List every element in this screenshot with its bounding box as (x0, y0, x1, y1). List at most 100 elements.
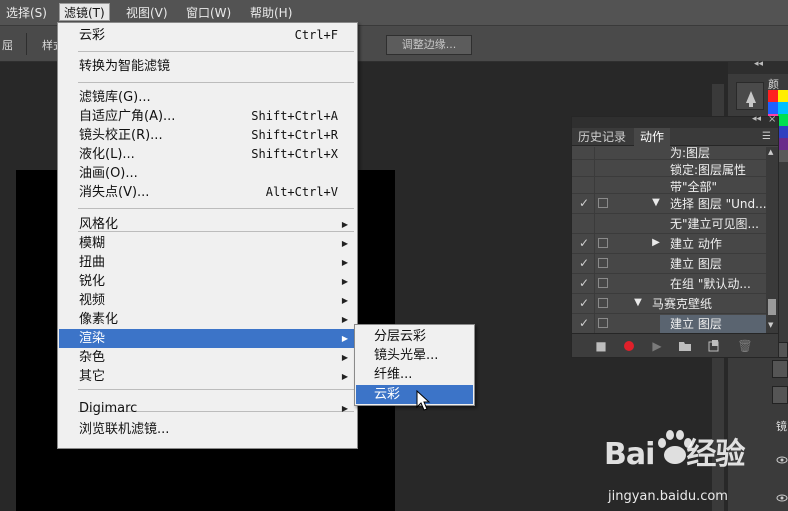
submenu-arrow-icon: ▶ (341, 277, 348, 286)
check-icon[interactable]: ✓ (577, 255, 591, 271)
record-icon[interactable] (620, 338, 638, 354)
column-divider (594, 147, 595, 333)
menu-separator (78, 208, 354, 209)
menu-help[interactable]: 帮助(H) (246, 4, 296, 22)
filter-menu-item[interactable]: 锐化 ▶ (59, 272, 356, 291)
scroll-thumb[interactable] (768, 299, 776, 315)
collapse-icon[interactable]: ◂◂ (752, 114, 761, 124)
filter-menu-item[interactable]: 滤镜库(G)... (59, 88, 356, 107)
trash-icon[interactable]: 🗑 (736, 338, 754, 354)
text-tool-icon[interactable] (772, 386, 788, 404)
tool-preset-button[interactable] (736, 82, 764, 110)
action-row[interactable]: ✓ 建立 图层 (572, 254, 766, 274)
menu-item-label: 消失点(V)... (79, 185, 150, 200)
panel-toolbar: ■ ▶ 🗑 (572, 333, 778, 357)
filter-menu-item[interactable]: 转换为智能滤镜 (59, 57, 356, 76)
render-submenu-item[interactable]: 分层云彩 (356, 327, 473, 346)
filter-menu-item[interactable]: Digimarc ▶ (59, 399, 356, 418)
scroll-up-icon[interactable]: ▲ (768, 148, 773, 156)
menu-window[interactable]: 窗口(W) (182, 4, 235, 22)
filter-menu-item[interactable]: 其它 ▶ (59, 367, 356, 386)
action-row[interactable]: ✓ 在组 "默认动... (572, 274, 766, 294)
collapse-icon[interactable]: ◂◂ (754, 59, 763, 69)
render-submenu-item[interactable]: 纤维... (356, 365, 473, 384)
filter-menu-item[interactable]: 镜头校正(R)... Shift+Ctrl+R (59, 126, 356, 145)
menu-item-label: 浏览联机滤镜... (79, 422, 170, 437)
swatch[interactable] (778, 114, 788, 126)
action-row[interactable]: ✓ 建立 图层 (572, 314, 766, 333)
close-icon[interactable]: × (768, 114, 776, 125)
action-row-label: 建立 图层 (660, 315, 766, 333)
filter-menu-item[interactable]: 自适应广角(A)... Shift+Ctrl+A (59, 107, 356, 126)
expand-down-icon[interactable]: ▼ (632, 295, 644, 311)
check-icon[interactable]: ✓ (577, 315, 591, 331)
action-row[interactable]: 无"建立可见图... (572, 214, 766, 234)
dialog-toggle-box[interactable] (598, 258, 608, 268)
new-action-icon[interactable] (704, 338, 722, 354)
dialog-toggle-box[interactable] (598, 278, 608, 288)
filter-menu-item[interactable]: 视频 ▶ (59, 291, 356, 310)
menu-item-label: 视频 (79, 293, 106, 308)
action-row[interactable]: ✓ ▶ 建立 动作 (572, 234, 766, 254)
refine-edge-button[interactable]: 调整边缘... (386, 35, 472, 55)
mouse-cursor-icon (416, 390, 431, 411)
tab-actions[interactable]: 动作 (634, 128, 671, 146)
swatch[interactable] (778, 90, 788, 102)
render-submenu-item[interactable]: 云彩 (356, 385, 473, 404)
menu-view[interactable]: 视图(V) (122, 4, 172, 22)
tab-history[interactable]: 历史记录 (572, 128, 632, 146)
menu-select[interactable]: 选择(S) (2, 4, 51, 22)
check-icon[interactable]: ✓ (577, 195, 591, 211)
check-icon[interactable]: ✓ (577, 275, 591, 291)
dialog-toggle-box[interactable] (598, 318, 608, 328)
action-row[interactable]: 带"全部" (572, 177, 766, 194)
swatch[interactable] (778, 126, 788, 138)
action-row[interactable]: ✓ ▼ 选择 图层 "Und... (572, 194, 766, 214)
filter-menu-item[interactable]: 浏览联机滤镜... (59, 420, 356, 439)
search-icon[interactable] (772, 360, 788, 378)
play-icon[interactable]: ▶ (648, 338, 666, 354)
render-submenu-item[interactable]: 镜头光晕... (356, 346, 473, 365)
filter-menu-item[interactable]: 扭曲 ▶ (59, 253, 356, 272)
dialog-toggle-box[interactable] (598, 198, 608, 208)
filter-menu-item[interactable]: 液化(L)... Shift+Ctrl+X (59, 145, 356, 164)
watermark-url: jingyan.baidu.com (608, 489, 728, 504)
filter-menu-item[interactable]: 风格化 ▶ (59, 215, 356, 234)
dialog-toggle-box[interactable] (598, 238, 608, 248)
menu-item-label: 风格化 (79, 217, 119, 232)
panel-menu-icon[interactable]: ☰ (762, 131, 771, 142)
check-icon[interactable]: ✓ (577, 295, 591, 311)
filter-menu-item[interactable]: 像素化 ▶ (59, 310, 356, 329)
stop-playing-icon[interactable]: ■ (592, 338, 610, 354)
swatch[interactable] (768, 102, 778, 114)
check-icon[interactable]: ✓ (577, 235, 591, 251)
filter-menu-item[interactable]: 消失点(V)... Alt+Ctrl+V (59, 183, 356, 202)
expand-right-icon[interactable]: ▶ (650, 235, 662, 251)
panel-scrollbar[interactable]: ▲ ▼ (766, 147, 778, 333)
action-row[interactable]: 锁定:图层属性 (572, 160, 766, 177)
filter-menu-item[interactable]: 云彩 Ctrl+F (59, 26, 356, 45)
menu-item-label: Digimarc (79, 401, 138, 416)
action-row[interactable]: ✓ ▼ 马赛克壁纸 (572, 294, 766, 314)
swatch[interactable] (778, 150, 788, 162)
dialog-toggle-box[interactable] (598, 298, 608, 308)
menu-filter[interactable]: 滤镜(T) (59, 3, 110, 21)
baidu-watermark: Bai 经验 jingyan.baidu.com (600, 425, 785, 511)
filter-menu-item[interactable]: 渲染 ▶ (59, 329, 356, 348)
filter-menu-item[interactable]: 模糊 ▶ (59, 234, 356, 253)
scroll-down-icon[interactable]: ▼ (768, 321, 773, 329)
swatch[interactable] (778, 138, 788, 150)
color-panel-label: 颜 (768, 78, 779, 91)
expand-down-icon[interactable]: ▼ (650, 195, 662, 211)
filter-menu-item[interactable]: 杂色 ▶ (59, 348, 356, 367)
menu-separator (78, 51, 354, 52)
action-row-label: 在组 "默认动... (670, 277, 751, 291)
swatch[interactable] (768, 90, 778, 102)
action-row[interactable]: 为:图层 (572, 147, 766, 160)
menu-item-label: 纤维... (374, 367, 413, 382)
menu-item-label: 模糊 (79, 236, 106, 251)
filter-menu-item[interactable]: 油画(O)... (59, 164, 356, 183)
new-set-icon[interactable] (676, 338, 694, 354)
menu-item-label: 云彩 (79, 28, 106, 43)
swatch[interactable] (778, 102, 788, 114)
